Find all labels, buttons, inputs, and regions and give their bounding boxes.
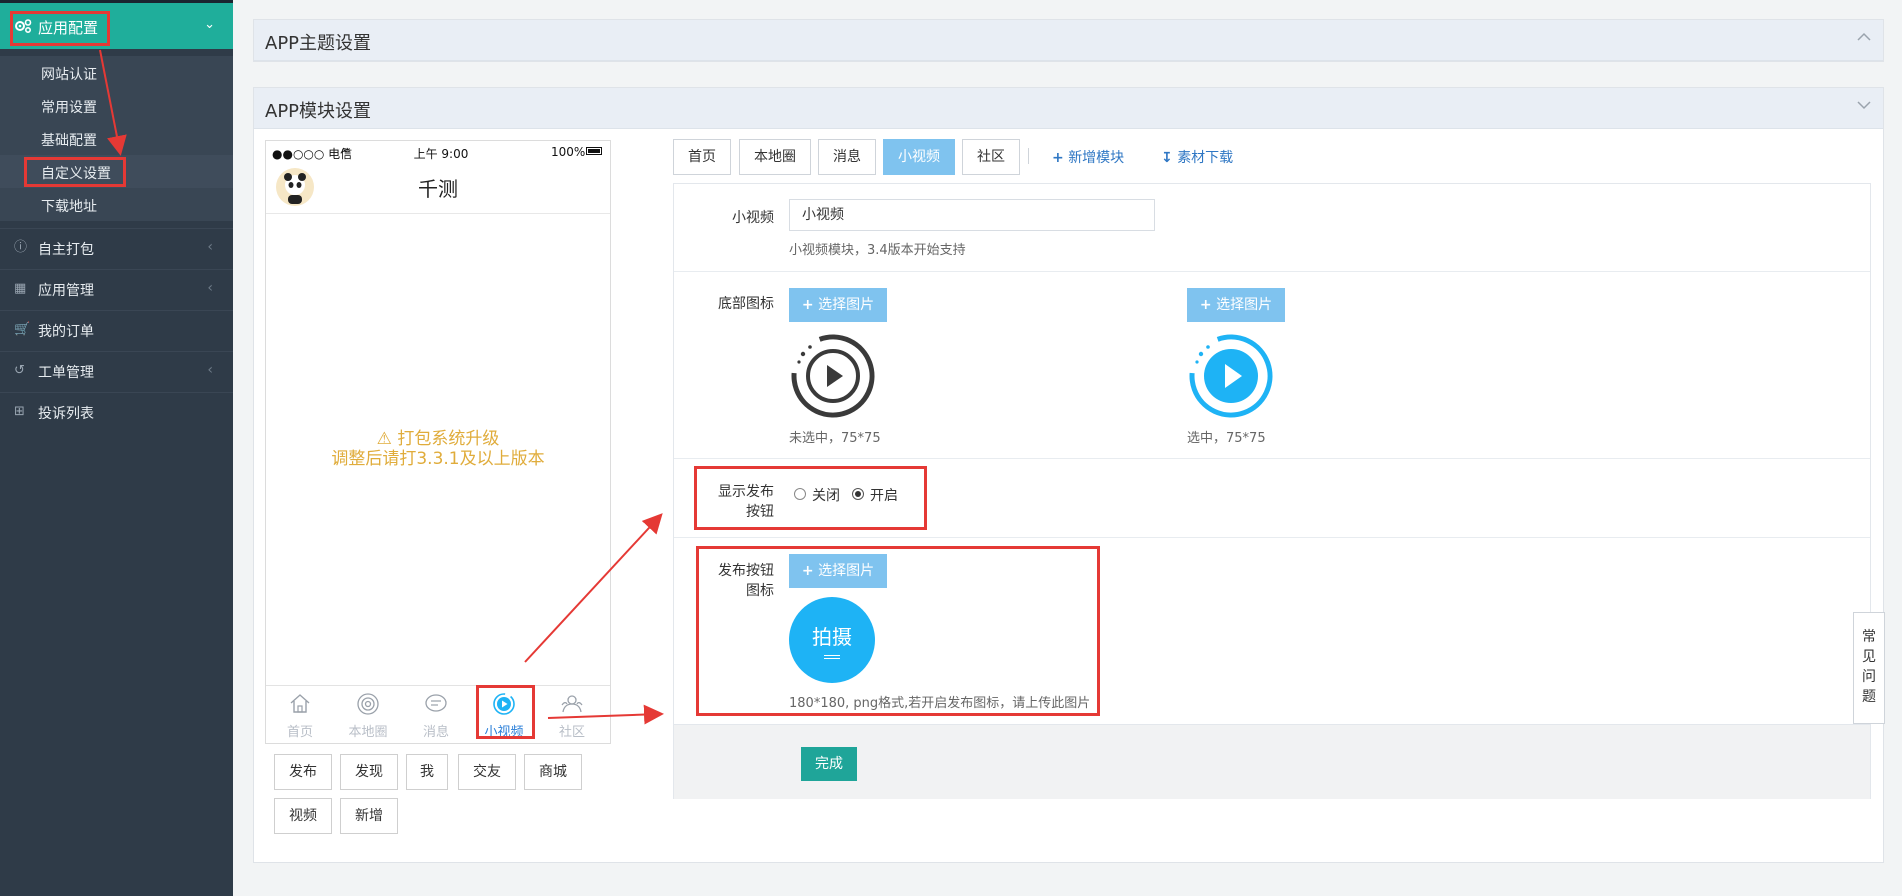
faq-label: 常见问题 — [1862, 629, 1876, 705]
arrow-to-show-publish — [524, 513, 663, 663]
faq-side-tab[interactable]: 常见问题 — [1853, 612, 1885, 724]
arrow-to-custom-settings — [99, 49, 127, 156]
arrow-to-publish-icon — [547, 704, 664, 725]
annotation-arrows — [99, 49, 664, 725]
